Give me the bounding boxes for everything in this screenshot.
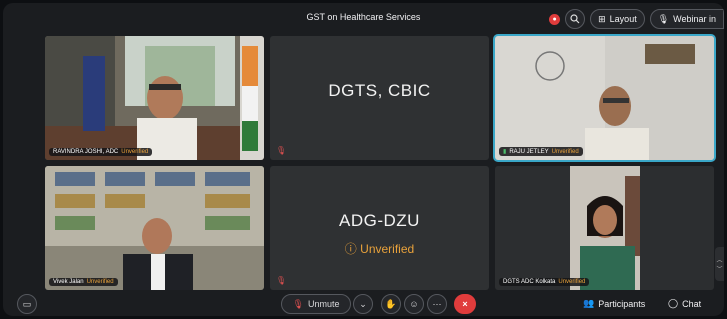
- top-bar: GST on Healthcare Services ● ⊞ Layout 🎙 …: [3, 3, 724, 35]
- layout-label: Layout: [609, 14, 637, 24]
- meeting-window: GST on Healthcare Services ● ⊞ Layout 🎙 …: [3, 3, 724, 316]
- video-tile-ravindra[interactable]: RAVINDRA JOSHI, ADC Unverified: [45, 36, 264, 160]
- video-tile-adg-dzu[interactable]: ADG-DZU ⓘ Unverified 🎙: [270, 166, 489, 290]
- participants-icon: 👥: [583, 298, 595, 308]
- mic-info-icon: 🎙: [657, 13, 670, 24]
- share-screen-button[interactable]: ▭: [17, 294, 37, 314]
- close-icon: ×: [462, 299, 468, 309]
- webinar-label: Webinar in: [673, 14, 716, 24]
- hand-icon: ✋: [385, 298, 397, 309]
- video-feed-image: [45, 36, 264, 160]
- participant-nametag: DGTS ADC Kolkata Unverified: [499, 278, 590, 286]
- participant-nametag: RAVINDRA JOSHI, ADC Unverified: [49, 148, 153, 156]
- unverified-status: ⓘ Unverified: [270, 240, 489, 257]
- mic-icon: 🎙: [292, 298, 304, 309]
- participants-button[interactable]: 👥 Participants: [583, 298, 645, 309]
- smile-icon: ☺: [409, 299, 419, 309]
- reactions-button[interactable]: ☺: [404, 294, 424, 314]
- participant-label: ADG-DZU: [339, 210, 420, 230]
- layout-button[interactable]: ⊞ Layout: [590, 9, 645, 29]
- unverified-badge: Unverified: [86, 279, 114, 285]
- end-call-button[interactable]: ×: [454, 294, 476, 314]
- info-icon: ⓘ: [344, 242, 357, 257]
- webinar-button[interactable]: 🎙 Webinar in: [649, 9, 724, 29]
- chevron-down-icon: ﹀: [716, 267, 723, 273]
- video-tile-dgts-adc-kolkata[interactable]: DGTS ADC Kolkata Unverified: [495, 166, 714, 290]
- screen-icon: ▭: [22, 298, 32, 309]
- side-panel-handle[interactable]: ︿ ﹀: [715, 247, 724, 281]
- chat-button[interactable]: ◯ Chat: [668, 298, 701, 309]
- more-options-button[interactable]: ⋯: [427, 294, 447, 314]
- participant-label: DGTS, CBIC: [328, 80, 431, 100]
- video-tile-raju-jetley[interactable]: ▮ RAJU JETLEY Unverified: [493, 34, 716, 162]
- participant-name: Vivek Jalan: [53, 279, 84, 285]
- video-tile-dgts-cbic[interactable]: DGTS, CBIC 🎙: [270, 36, 489, 160]
- participant-name: RAJU JETLEY: [509, 148, 549, 155]
- muted-mic-icon: 🎙: [276, 146, 287, 155]
- layout-icon: ⊞: [598, 13, 606, 24]
- top-controls: ● ⊞ Layout 🎙 Webinar in: [549, 9, 724, 29]
- unverified-badge: Unverified: [558, 279, 586, 285]
- unmute-label: Unmute: [307, 299, 340, 309]
- participant-nametag: Vivek Jalan Unverified: [49, 278, 118, 286]
- participant-name: DGTS ADC Kolkata: [503, 279, 556, 285]
- hand-raise-button[interactable]: ✋: [381, 294, 401, 314]
- more-icon: ⋯: [432, 298, 442, 309]
- participant-nametag: ▮ RAJU JETLEY Unverified: [499, 147, 583, 156]
- muted-mic-icon: 🎙: [276, 276, 287, 285]
- chevron-up-icon: ︿: [716, 258, 723, 264]
- unverified-badge: Unverified: [121, 149, 149, 155]
- search-icon: [570, 14, 580, 24]
- unmute-button[interactable]: 🎙 Unmute: [281, 294, 351, 314]
- video-grid: RAVINDRA JOSHI, ADC Unverified DGTS, CBI…: [45, 34, 716, 290]
- participant-name: RAVINDRA JOSHI, ADC: [53, 149, 119, 155]
- chat-icon: ◯: [668, 298, 679, 308]
- bottom-toolbar: ▭ 🎙 Unmute ⌄ ✋ ☺ ⋯ × 👥 Participants ◯ Ch…: [3, 292, 724, 316]
- recording-indicator-icon[interactable]: ●: [549, 13, 561, 25]
- video-feed-image: [570, 166, 640, 290]
- participants-label: Participants: [598, 298, 646, 309]
- video-feed-image: [45, 166, 264, 290]
- mic-icon: ▮: [503, 149, 507, 155]
- video-tile-vivek-jalan[interactable]: Vivek Jalan Unverified: [45, 166, 264, 290]
- search-button[interactable]: [565, 9, 586, 29]
- video-feed-image: [495, 36, 714, 160]
- audio-options-button[interactable]: ⌄: [353, 294, 373, 314]
- chat-label: Chat: [682, 298, 702, 309]
- unverified-text: Unverified: [360, 242, 415, 257]
- chevron-down-icon: ⌄: [359, 298, 367, 309]
- unverified-badge: Unverified: [551, 148, 579, 155]
